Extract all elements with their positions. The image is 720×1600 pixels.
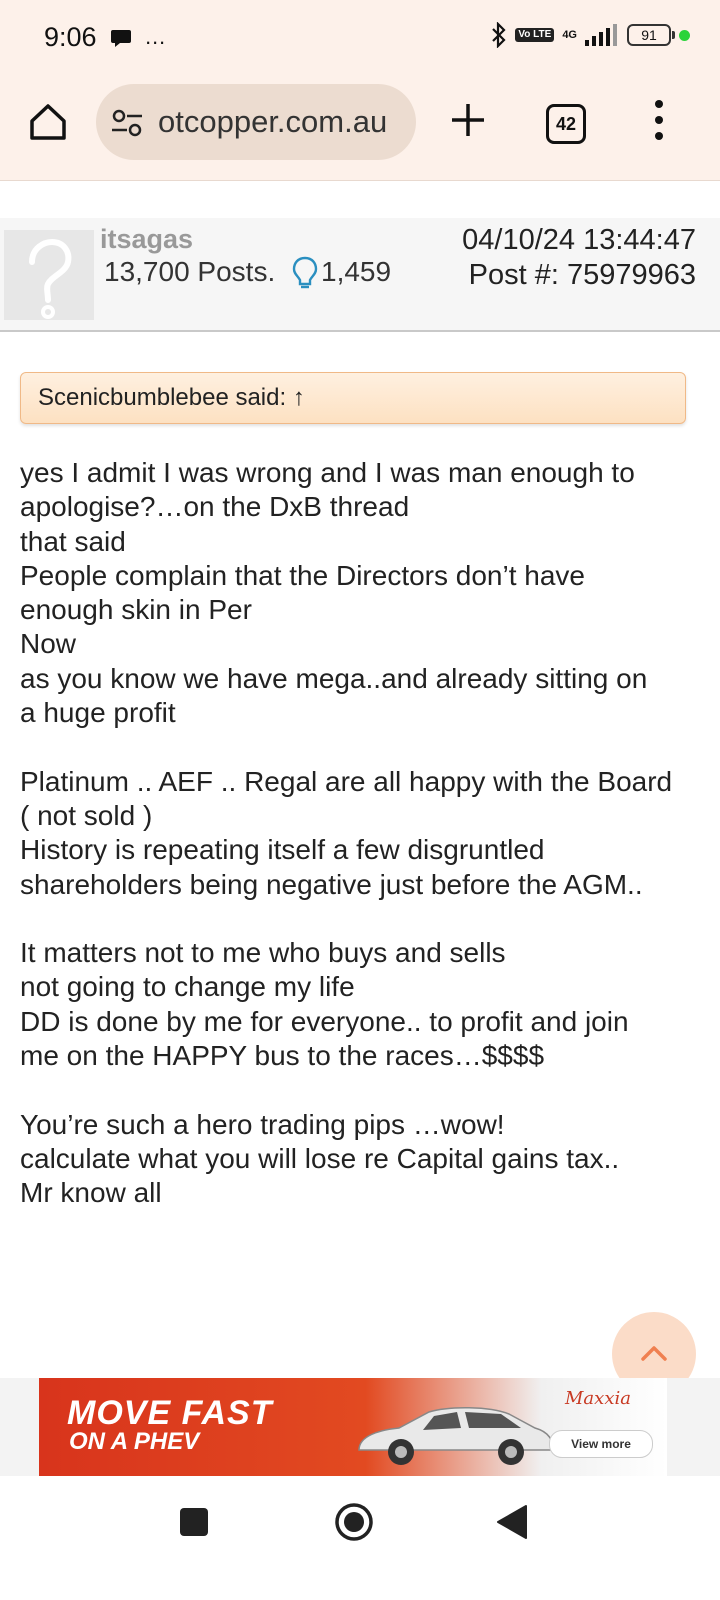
home-icon[interactable] <box>26 100 70 144</box>
post-line: apologise?…on the DxB thread <box>20 491 410 523</box>
recents-icon[interactable] <box>180 1508 208 1536</box>
battery-icon: 91 <box>627 24 675 46</box>
post-line: that said <box>20 525 126 557</box>
plus-icon[interactable] <box>448 100 488 140</box>
post-line: History is repeating itself a few disgru… <box>20 834 545 866</box>
signal-icon <box>585 24 617 46</box>
address-bar[interactable]: otcopper.com.au <box>96 84 416 160</box>
post-line: as you know we have mega..and already si… <box>20 662 648 694</box>
post-line: me on the HAPPY bus to the races…$$$$ <box>20 1040 545 1072</box>
post-line: DD is done by me for everyone.. to profi… <box>20 1005 629 1037</box>
lightbulb-icon <box>292 256 318 289</box>
ad-view-more-button[interactable]: View more <box>549 1430 653 1458</box>
nav-home-icon[interactable] <box>334 1502 374 1542</box>
more-vert-icon[interactable] <box>650 98 668 142</box>
quote-attribution[interactable]: Scenicbumblebee said: ↑ <box>38 384 305 412</box>
tune-icon[interactable] <box>110 106 144 140</box>
post-line: Now <box>20 628 77 660</box>
browser-chrome: 9:06 … Vo LTE 4G 91 otcopper.com.au 42 <box>0 0 720 181</box>
network-type: 4G <box>562 29 577 41</box>
ad-banner[interactable]: MOVE FAST ON A PHEV Maxxia View more <box>39 1378 667 1476</box>
privacy-indicator <box>679 29 690 41</box>
back-icon[interactable] <box>496 1504 528 1540</box>
bluetooth-icon <box>492 22 506 48</box>
post-line: You’re such a hero trading pips …wow! <box>20 1108 505 1140</box>
post-date: 04/10/24 13:44:47 <box>462 224 696 256</box>
ad-subheadline: ON A PHEV <box>69 1428 200 1455</box>
tab-count: 42 <box>555 113 577 134</box>
status-bar: 9:06 … Vo LTE 4G 91 <box>0 0 720 76</box>
system-icons: Vo LTE 4G 91 <box>491 22 690 48</box>
username-link[interactable]: itsagas <box>100 224 193 255</box>
chat-bubble-icon <box>111 30 131 48</box>
quote-block[interactable]: Scenicbumblebee said: ↑ <box>20 372 686 424</box>
post-line: yes I admit I was wrong and I was man en… <box>20 457 635 488</box>
post-line: Mr know all <box>20 1177 162 1209</box>
post-line: a huge profit <box>20 697 176 729</box>
post-line: calculate what you will lose re Capital … <box>20 1142 620 1174</box>
ad-brand: Maxxia <box>565 1388 631 1409</box>
volte-icon: Vo LTE <box>515 28 555 42</box>
post-line: enough skin in Per <box>20 594 252 626</box>
post-header: itsagas 13,700 Posts. 1,459 04/10/24 13:… <box>0 218 720 332</box>
battery-level: 91 <box>641 27 657 43</box>
post-body: yes I admit I was wrong and I was man en… <box>20 456 700 1211</box>
post-line: not going to change my life <box>20 971 355 1003</box>
navigation-bar <box>0 1476 720 1600</box>
url-text[interactable]: otcopper.com.au <box>158 104 387 140</box>
post-line: Platinum .. AEF .. Regal are all happy w… <box>20 765 673 797</box>
more-notifications: … <box>144 24 167 49</box>
notification-icons: … <box>110 24 166 50</box>
car-icon <box>358 1407 554 1465</box>
avatar[interactable] <box>4 230 94 320</box>
post-line: ( not sold ) <box>20 799 153 831</box>
post-line: shareholders being negative just before … <box>20 868 643 900</box>
status-time: 9:06 <box>44 22 97 52</box>
likes-count: 1,459 <box>321 256 392 287</box>
posts-count: 13,700 Posts. <box>104 256 276 287</box>
post-line: It matters not to me who buys and sells <box>20 937 506 969</box>
tabs-icon[interactable]: 42 <box>546 104 586 144</box>
question-mark-icon <box>29 238 72 319</box>
post-line: People complain that the Directors don’t… <box>20 559 585 591</box>
post-number[interactable]: Post #: 75979963 <box>469 259 696 292</box>
